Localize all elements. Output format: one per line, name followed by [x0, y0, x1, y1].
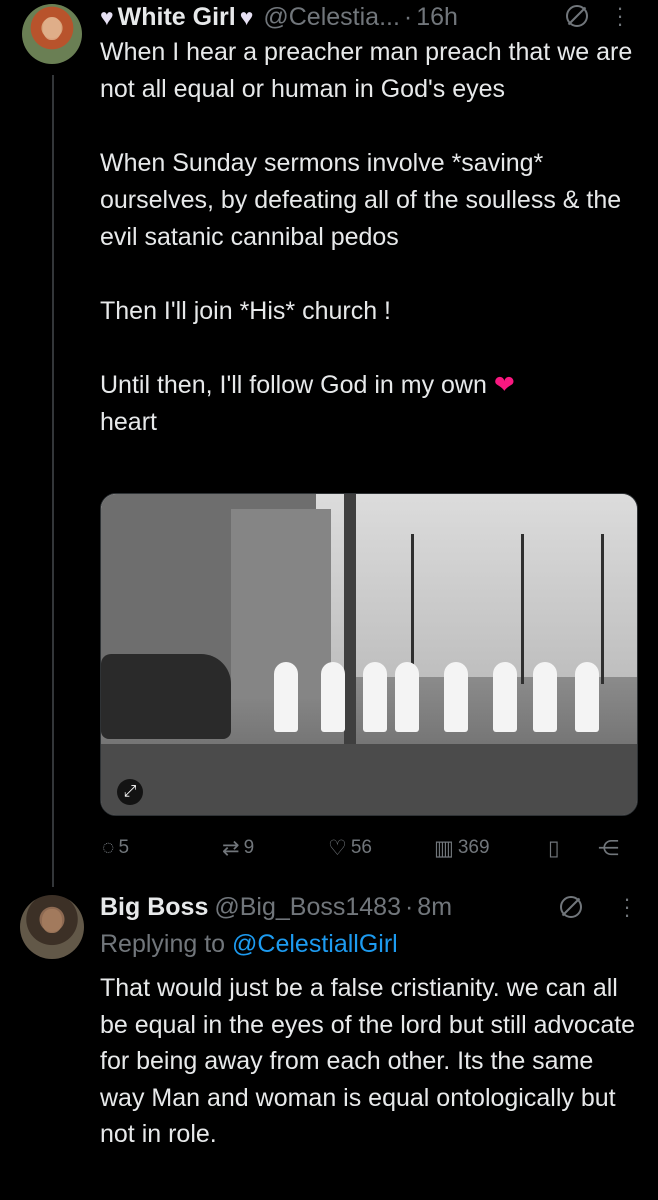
muted-icon[interactable]: [560, 896, 582, 918]
user-handle[interactable]: @Celestia...: [263, 3, 400, 32]
photo-figure: [321, 662, 345, 732]
like-icon: ♡: [328, 836, 347, 860]
photo-tree: [411, 534, 414, 684]
tweet-paragraph: When I hear a preacher man preach that w…: [100, 38, 633, 103]
avatar[interactable]: [22, 4, 82, 64]
tweet-paragraph: Then I'll join *His* church !: [100, 297, 392, 325]
photo-figure: [575, 662, 599, 732]
expand-icon[interactable]: ⤢: [117, 779, 143, 805]
reply-icon: ◌: [102, 836, 115, 859]
white-heart-icon: ♥: [100, 3, 114, 30]
photo-tree: [601, 534, 604, 684]
avatar[interactable]: [20, 895, 84, 959]
photo-road: [101, 744, 637, 815]
photo-figure: [274, 662, 298, 732]
thread-connector-line: [52, 75, 54, 887]
replying-prefix: Replying to: [100, 930, 226, 958]
red-heart-icon: ❤: [493, 371, 515, 399]
separator-dot: ·: [403, 2, 413, 31]
like-count: 56: [350, 837, 372, 858]
photo-pole: [344, 494, 356, 764]
views-count: 369: [457, 837, 490, 858]
tweet-final-word: heart: [100, 408, 157, 436]
repost-count: 9: [243, 837, 255, 858]
tweet-paragraph: When Sunday sermons involve *saving* our…: [100, 149, 622, 251]
separator-dot: ·: [404, 892, 414, 921]
reply-text: That would just be a false cristianity. …: [100, 974, 636, 1148]
more-options-icon[interactable]: · · ·: [622, 888, 632, 926]
photo-car: [101, 654, 231, 739]
timestamp[interactable]: 16h: [416, 3, 458, 32]
tweet-paragraph-text: Until then, I'll follow God in my own: [100, 371, 487, 399]
muted-icon[interactable]: [566, 5, 588, 27]
tweet-text: When I hear a preacher man preach that w…: [100, 34, 645, 441]
bookmark-button[interactable]: ▯: [548, 830, 564, 866]
photo-figure: [395, 662, 419, 732]
replying-to-handle[interactable]: @CelestiallGirl: [232, 930, 398, 958]
reply-header: Big Boss @Big_Boss1483 · 8m: [100, 889, 452, 925]
like-button[interactable]: ♡ 56: [328, 830, 372, 866]
profile-face: [43, 17, 61, 40]
reply-count: 5: [118, 837, 130, 858]
share-icon: ⋲: [598, 836, 619, 860]
user-handle[interactable]: @Big_Boss1483: [214, 893, 401, 922]
tweet-photo[interactable]: ⤢: [100, 493, 638, 816]
reply-button[interactable]: ◌ 5: [102, 830, 129, 866]
profile-face: [42, 909, 62, 934]
photo-figure: [493, 662, 517, 732]
white-heart-icon: ♥: [239, 3, 254, 30]
tweet-paragraph-last: Until then, I'll follow God in my own ❤ h…: [100, 367, 645, 441]
tweet-header: ♥ White Girl ♥ @Celestia... · 16h: [100, 0, 458, 34]
photo-figure: [533, 662, 557, 732]
display-name[interactable]: Big Boss: [100, 893, 208, 922]
repost-button[interactable]: ⇄ 9: [222, 830, 254, 866]
tweet-actions: ◌ 5 ⇄ 9 ♡ 56 ▥ 369 ▯ ⋲: [100, 830, 640, 866]
views-button[interactable]: ▥ 369: [434, 830, 490, 866]
more-options-icon[interactable]: · · ·: [615, 0, 625, 35]
photo-figure: [363, 662, 387, 732]
timestamp[interactable]: 8m: [417, 893, 452, 922]
photo-tree: [521, 534, 524, 684]
display-name[interactable]: White Girl: [118, 3, 236, 32]
bookmark-icon: ▯: [548, 836, 560, 860]
views-icon: ▥: [434, 836, 454, 860]
repost-icon: ⇄: [222, 836, 240, 860]
share-button[interactable]: ⋲: [598, 830, 623, 866]
replying-to-line: Replying to @CelestiallGirl: [100, 926, 398, 962]
photo-figure: [444, 662, 468, 732]
